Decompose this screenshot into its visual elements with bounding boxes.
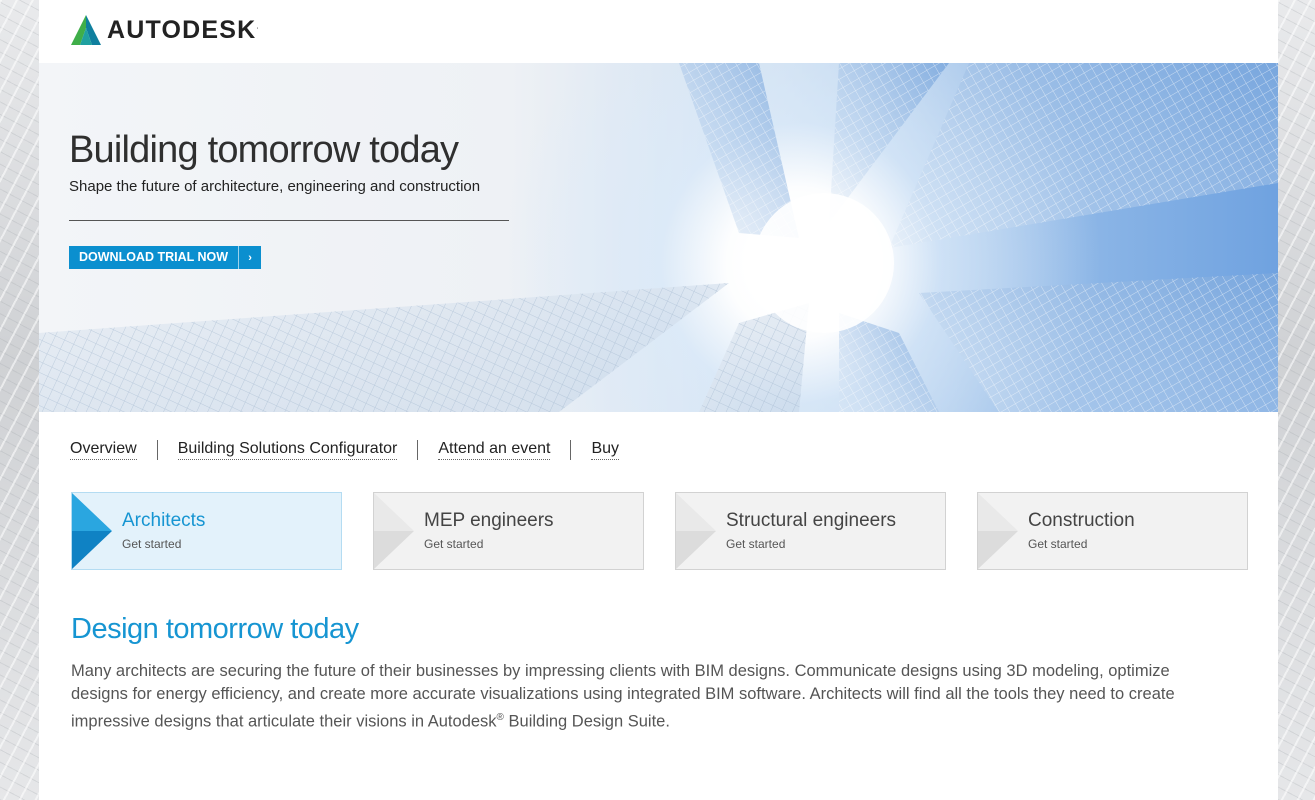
subnav-item-overview[interactable]: Overview (70, 440, 137, 460)
subnav-item-buy[interactable]: Buy (591, 440, 620, 460)
page-container: AUTODESK. Building tomorrow today Shape … (39, 0, 1278, 800)
hero-banner: Building tomorrow today Shape the future… (39, 63, 1278, 412)
role-card-title: Construction (1028, 510, 1135, 531)
role-card-subtitle: Get started (122, 537, 182, 551)
hero-subtitle: Shape the future of architecture, engine… (69, 178, 481, 195)
background-left-panel (0, 0, 39, 800)
section-subnav: Overview Building Solutions Configurator… (70, 440, 620, 460)
triangle-marker-icon (374, 493, 414, 569)
registered-mark: ® (496, 712, 504, 723)
download-trial-button[interactable]: DOWNLOAD TRIAL NOW › (69, 246, 262, 269)
triangle-marker-icon (676, 493, 716, 569)
brand-trademark: . (256, 21, 260, 31)
role-card-mep-engineers[interactable]: MEP engineers Get started (373, 492, 644, 570)
role-card-structural-engineers[interactable]: Structural engineers Get started (675, 492, 946, 570)
role-cards: Architects Get started MEP engineers Get… (71, 492, 1248, 570)
role-card-subtitle: Get started (726, 537, 786, 551)
hero-skyscraper-image (39, 63, 1278, 412)
role-card-title: Architects (122, 510, 206, 531)
brand-name: AUTODESK (107, 15, 257, 44)
subnav-item-attend-an-event[interactable]: Attend an event (438, 440, 551, 460)
role-card-title: MEP engineers (424, 510, 554, 531)
autodesk-logo[interactable]: AUTODESK. (70, 14, 260, 46)
background-right-panel (1278, 0, 1315, 800)
subnav-separator (570, 440, 572, 460)
role-card-subtitle: Get started (424, 537, 484, 551)
subnav-separator (417, 440, 419, 460)
chevron-right-icon: › (238, 246, 261, 269)
triangle-marker-icon (978, 493, 1018, 569)
role-card-subtitle: Get started (1028, 537, 1088, 551)
triangle-marker-icon (72, 493, 112, 569)
role-card-architects[interactable]: Architects Get started (71, 492, 342, 570)
role-card-title: Structural engineers (726, 510, 897, 531)
hero-title: Building tomorrow today (69, 129, 459, 171)
section-body-end: Building Design Suite. (503, 712, 670, 731)
hero-divider (69, 220, 509, 221)
section-body: Many architects are securing the future … (71, 660, 1221, 734)
section-title: Design tomorrow today (71, 613, 359, 645)
site-header: AUTODESK. (39, 0, 1278, 63)
subnav-item-building-solutions-configurator[interactable]: Building Solutions Configurator (177, 440, 398, 460)
subnav-separator (156, 440, 158, 460)
role-card-construction[interactable]: Construction Get started (977, 492, 1248, 570)
autodesk-a-logo-icon (71, 15, 101, 45)
brand-wordmark: AUTODESK. (107, 16, 260, 45)
download-trial-label: DOWNLOAD TRIAL NOW (79, 250, 229, 264)
